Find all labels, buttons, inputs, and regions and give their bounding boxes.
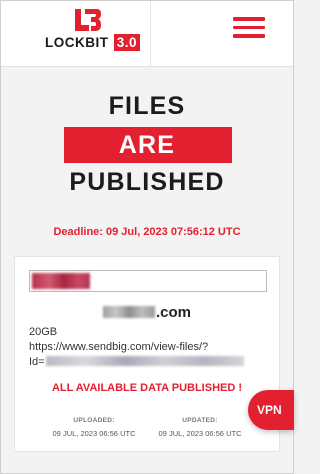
updated-value: 09 JUL, 2023 06:56 UTC [158,429,242,438]
redacted-name-blur [32,273,90,289]
link-id-prefix: Id= [29,356,45,368]
title-files: FILES [108,92,186,120]
updated-label: UPDATED: [182,417,218,424]
logo-text: LOCKBIT [45,35,109,50]
data-size: 20GB [29,326,58,338]
uploaded-info: UPLOADED: 09 JUL, 2023 06:56 UTC [39,417,149,438]
site-logo[interactable]: LOCKBIT 3.0 [1,1,151,67]
post-domain: .com [15,304,279,321]
download-link-line2[interactable]: Id= [29,356,244,368]
deadline-text: Deadline: 09 Jul, 2023 07:56:12 UTC [53,226,241,238]
vpn-button[interactable]: VPN [248,390,294,430]
domain-suffix: .com [155,304,191,321]
logo-version: 3.0 [113,34,141,51]
redacted-domain-blur [102,306,155,318]
uploaded-value: 09 JUL, 2023 06:56 UTC [52,429,136,438]
title-published: PUBLISHED [69,168,225,196]
logo-wordmark: LOCKBIT 3.0 [45,34,141,51]
redacted-link-blur [45,356,244,366]
post-card[interactable]: .com 20GB https://www.sendbig.com/view-f… [14,256,280,452]
redacted-name-field [29,270,267,292]
menu-bar [233,34,265,38]
updated-info: UPDATED: 09 JUL, 2023 06:56 UTC [145,417,255,438]
lockbit-logo-icon [75,9,101,31]
publish-status: ALL AVAILABLE DATA PUBLISHED ! [51,382,243,394]
download-link-line1[interactable]: https://www.sendbig.com/view-files/? [29,341,208,353]
uploaded-label: UPLOADED: [73,417,115,424]
hamburger-menu-icon[interactable] [233,17,265,41]
title-are: ARE [118,131,176,159]
menu-bar [233,17,265,21]
menu-bar [233,25,265,29]
site-header: LOCKBIT 3.0 [1,1,293,67]
